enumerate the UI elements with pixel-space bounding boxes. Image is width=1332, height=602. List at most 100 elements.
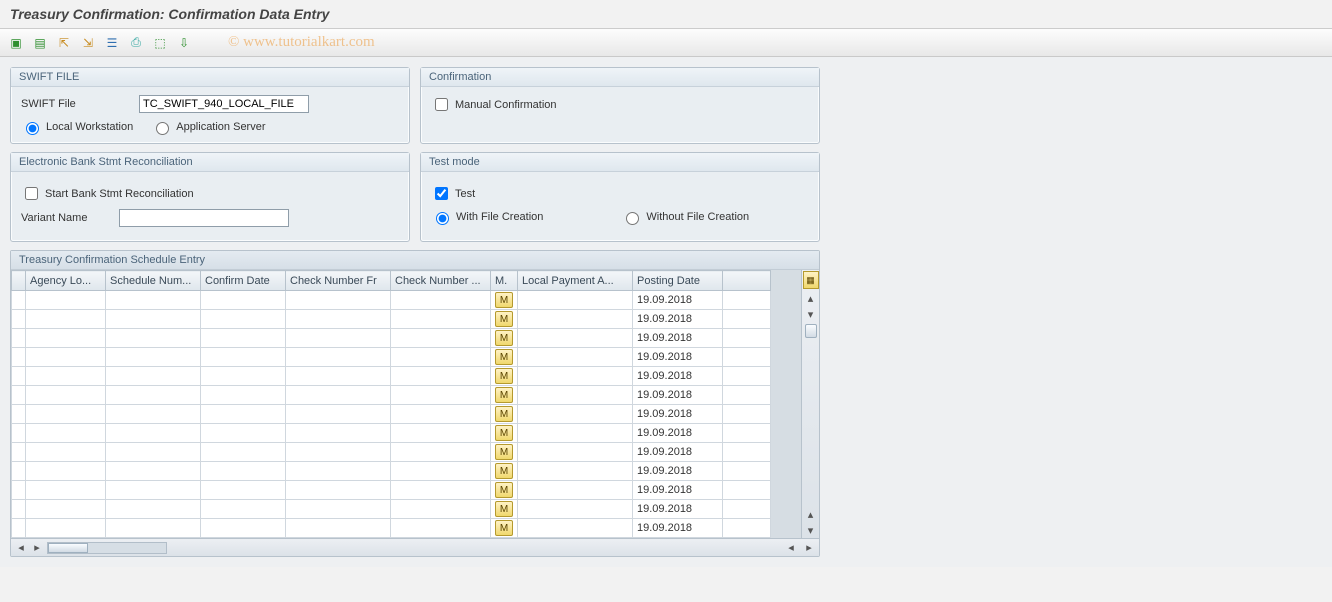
cell-local-payment[interactable]: [518, 329, 633, 348]
cell-m[interactable]: M: [491, 367, 518, 386]
cell-sched[interactable]: [106, 367, 201, 386]
table-config-icon[interactable]: ▦: [803, 271, 819, 289]
cell-check-from[interactable]: [286, 291, 391, 310]
cell-confirm-date[interactable]: [201, 500, 286, 519]
cell-check-from[interactable]: [286, 405, 391, 424]
manual-confirmation-checkbox[interactable]: Manual Confirmation: [431, 95, 809, 114]
cell-confirm-date[interactable]: [201, 481, 286, 500]
col-check-to[interactable]: Check Number ...: [391, 271, 491, 291]
cell-m[interactable]: M: [491, 481, 518, 500]
scroll-down-bottom-icon[interactable]: ▾: [803, 522, 819, 538]
cell-local-payment[interactable]: [518, 386, 633, 405]
cell-m[interactable]: M: [491, 500, 518, 519]
cell-confirm-date[interactable]: [201, 462, 286, 481]
swift-server-radio[interactable]: Application Server: [151, 119, 265, 135]
start-recon-checkbox[interactable]: Start Bank Stmt Reconciliation: [21, 184, 194, 203]
cell-check-to[interactable]: [391, 405, 491, 424]
cell-check-to[interactable]: [391, 462, 491, 481]
m-button[interactable]: M: [495, 482, 513, 498]
table-row[interactable]: M 19.09.2018: [12, 424, 771, 443]
cell-confirm-date[interactable]: [201, 386, 286, 405]
cell-posting-date[interactable]: 19.09.2018: [633, 386, 723, 405]
cell-m[interactable]: M: [491, 310, 518, 329]
cell-posting-date[interactable]: 19.09.2018: [633, 519, 723, 538]
cell-local-payment[interactable]: [518, 405, 633, 424]
cell-m[interactable]: M: [491, 424, 518, 443]
col-local-payment[interactable]: Local Payment A...: [518, 271, 633, 291]
row-selector[interactable]: [12, 519, 26, 538]
scroll-up-bottom-icon[interactable]: ▴: [803, 506, 819, 522]
m-button[interactable]: M: [495, 501, 513, 517]
cell-agency[interactable]: [26, 519, 106, 538]
cell-local-payment[interactable]: [518, 462, 633, 481]
cell-posting-date[interactable]: 19.09.2018: [633, 329, 723, 348]
m-button[interactable]: M: [495, 387, 513, 403]
cell-posting-date[interactable]: 19.09.2018: [633, 405, 723, 424]
cell-sched[interactable]: [106, 443, 201, 462]
table-row[interactable]: M19.09.2018: [12, 329, 771, 348]
cell-m[interactable]: M: [491, 462, 518, 481]
cell-agency[interactable]: [26, 443, 106, 462]
table-row[interactable]: M 19.09.2018: [12, 386, 771, 405]
table-row[interactable]: M 19.09.2018: [12, 519, 771, 538]
cell-posting-date[interactable]: 19.09.2018: [633, 291, 723, 310]
hscroll-thumb[interactable]: [48, 543, 88, 553]
table-row[interactable]: M19.09.2018: [12, 348, 771, 367]
cell-confirm-date[interactable]: [201, 405, 286, 424]
table-row[interactable]: M19.09.2018: [12, 462, 771, 481]
cell-check-to[interactable]: [391, 519, 491, 538]
hscroll-track[interactable]: [47, 542, 167, 554]
cell-posting-date[interactable]: 19.09.2018: [633, 443, 723, 462]
with-file-radio[interactable]: With File Creation: [431, 209, 543, 225]
cell-posting-date[interactable]: 19.09.2018: [633, 348, 723, 367]
m-button[interactable]: M: [495, 444, 513, 460]
cell-confirm-date[interactable]: [201, 519, 286, 538]
cell-check-from[interactable]: [286, 310, 391, 329]
cell-check-from[interactable]: [286, 500, 391, 519]
cell-check-from[interactable]: [286, 481, 391, 500]
cell-agency[interactable]: [26, 462, 106, 481]
row-selector[interactable]: [12, 443, 26, 462]
m-button[interactable]: M: [495, 368, 513, 384]
with-file-radio-input[interactable]: [436, 212, 449, 225]
row-selector[interactable]: [12, 424, 26, 443]
scroll-down-icon[interactable]: ▾: [803, 306, 819, 322]
cell-sched[interactable]: [106, 519, 201, 538]
cell-posting-date[interactable]: 19.09.2018: [633, 481, 723, 500]
cell-m[interactable]: M: [491, 519, 518, 538]
col-agency[interactable]: Agency Lo...: [26, 271, 106, 291]
col-m[interactable]: M.: [491, 271, 518, 291]
table-row[interactable]: M 19.09.2018: [12, 443, 771, 462]
row-selector[interactable]: [12, 481, 26, 500]
cell-check-to[interactable]: [391, 291, 491, 310]
cell-local-payment[interactable]: [518, 481, 633, 500]
get-variant-icon[interactable]: ▤: [30, 33, 50, 53]
cell-sched[interactable]: [106, 348, 201, 367]
vertical-scrollbar[interactable]: ▦ ▴ ▾ ▴ ▾: [801, 270, 819, 538]
cell-sched[interactable]: [106, 310, 201, 329]
cell-agency[interactable]: [26, 329, 106, 348]
table-row[interactable]: M 19.09.2018: [12, 481, 771, 500]
cell-check-to[interactable]: [391, 500, 491, 519]
cell-check-from[interactable]: [286, 367, 391, 386]
scroll-thumb[interactable]: [805, 324, 817, 338]
cell-local-payment[interactable]: [518, 519, 633, 538]
cell-posting-date[interactable]: 19.09.2018: [633, 424, 723, 443]
row-selector[interactable]: [12, 367, 26, 386]
cell-sched[interactable]: [106, 500, 201, 519]
row-selector[interactable]: [12, 329, 26, 348]
cell-check-to[interactable]: [391, 367, 491, 386]
col-posting-date[interactable]: Posting Date: [633, 271, 723, 291]
cell-check-to[interactable]: [391, 424, 491, 443]
cell-check-from[interactable]: [286, 386, 391, 405]
cell-check-from[interactable]: [286, 443, 391, 462]
cell-check-from[interactable]: [286, 462, 391, 481]
cell-check-to[interactable]: [391, 348, 491, 367]
row-selector[interactable]: [12, 462, 26, 481]
m-button[interactable]: M: [495, 406, 513, 422]
cell-confirm-date[interactable]: [201, 329, 286, 348]
cell-confirm-date[interactable]: [201, 424, 286, 443]
cell-check-to[interactable]: [391, 443, 491, 462]
col-confirm-date[interactable]: Confirm Date: [201, 271, 286, 291]
cell-sched[interactable]: [106, 405, 201, 424]
